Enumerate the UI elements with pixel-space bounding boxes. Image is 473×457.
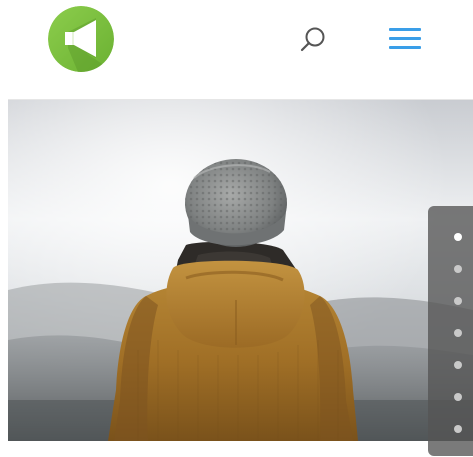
slider-dot[interactable]: inactive — [454, 329, 462, 337]
slider-dot[interactable]: inactive — [454, 297, 462, 305]
hero-image — [8, 100, 473, 441]
site-header — [0, 0, 473, 98]
hamburger-menu-icon — [389, 28, 421, 49]
megaphone-icon — [48, 6, 114, 72]
slider-dot[interactable]: inactive — [454, 425, 462, 433]
slider-dot[interactable]: inactive — [454, 361, 462, 369]
logo[interactable] — [48, 6, 114, 72]
search-icon — [300, 27, 325, 52]
slider-dot[interactable]: active — [454, 233, 462, 241]
search-button[interactable] — [293, 20, 333, 60]
slider-dot[interactable]: inactive — [454, 393, 462, 401]
menu-button[interactable] — [383, 20, 427, 60]
slider-dot[interactable]: inactive — [454, 265, 462, 273]
slider-dot-navigation: active inactive inactive inactive inacti… — [428, 206, 473, 456]
person-in-beanie-photo — [8, 100, 473, 441]
